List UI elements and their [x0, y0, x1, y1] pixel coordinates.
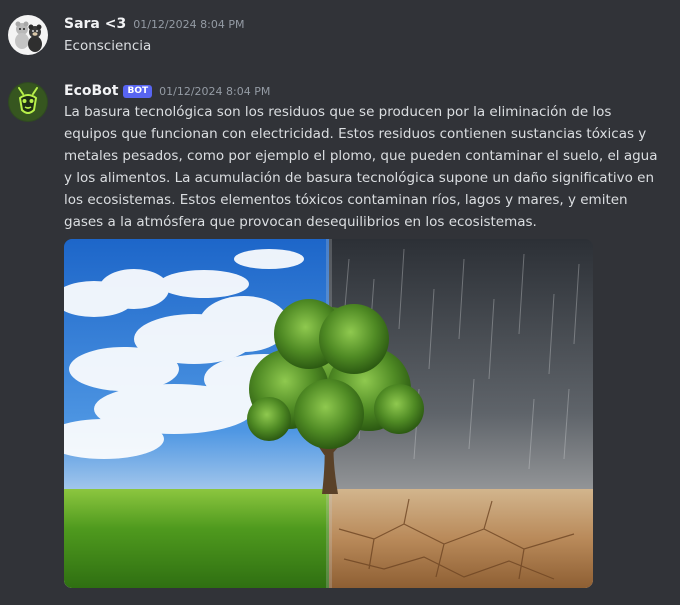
username[interactable]: EcoBot [64, 83, 118, 99]
message-line: gases a la atmósfera que provocan desequ… [64, 214, 537, 230]
bot-badge: BOT [123, 84, 153, 98]
timestamp[interactable]: 01/12/2024 8:04 PM [159, 85, 270, 98]
message-ecobot: EcoBot BOT 01/12/2024 8:04 PM La basura … [0, 0, 680, 600]
tree-healthy-vs-drought-image[interactable] [64, 239, 593, 588]
message-header: EcoBot BOT 01/12/2024 8:04 PM [64, 81, 270, 101]
message-line: equipos que funcionan con electricidad. … [64, 126, 647, 142]
message-line: los ecosistemas. Estos elementos tóxicos… [64, 192, 628, 208]
message-line: La basura tecnológica son los residuos q… [64, 104, 612, 120]
green-bug-avatar-icon[interactable] [8, 82, 48, 122]
message-line: y los alimentos. La acumulación de basur… [64, 170, 655, 186]
message-line: metales pesados, como por ejemplo el plo… [64, 148, 658, 164]
message-text: La basura tecnológica son los residuos q… [64, 101, 674, 233]
chat-messages: Sara <3 01/12/2024 8:04 PM Econsciencia … [0, 0, 680, 605]
